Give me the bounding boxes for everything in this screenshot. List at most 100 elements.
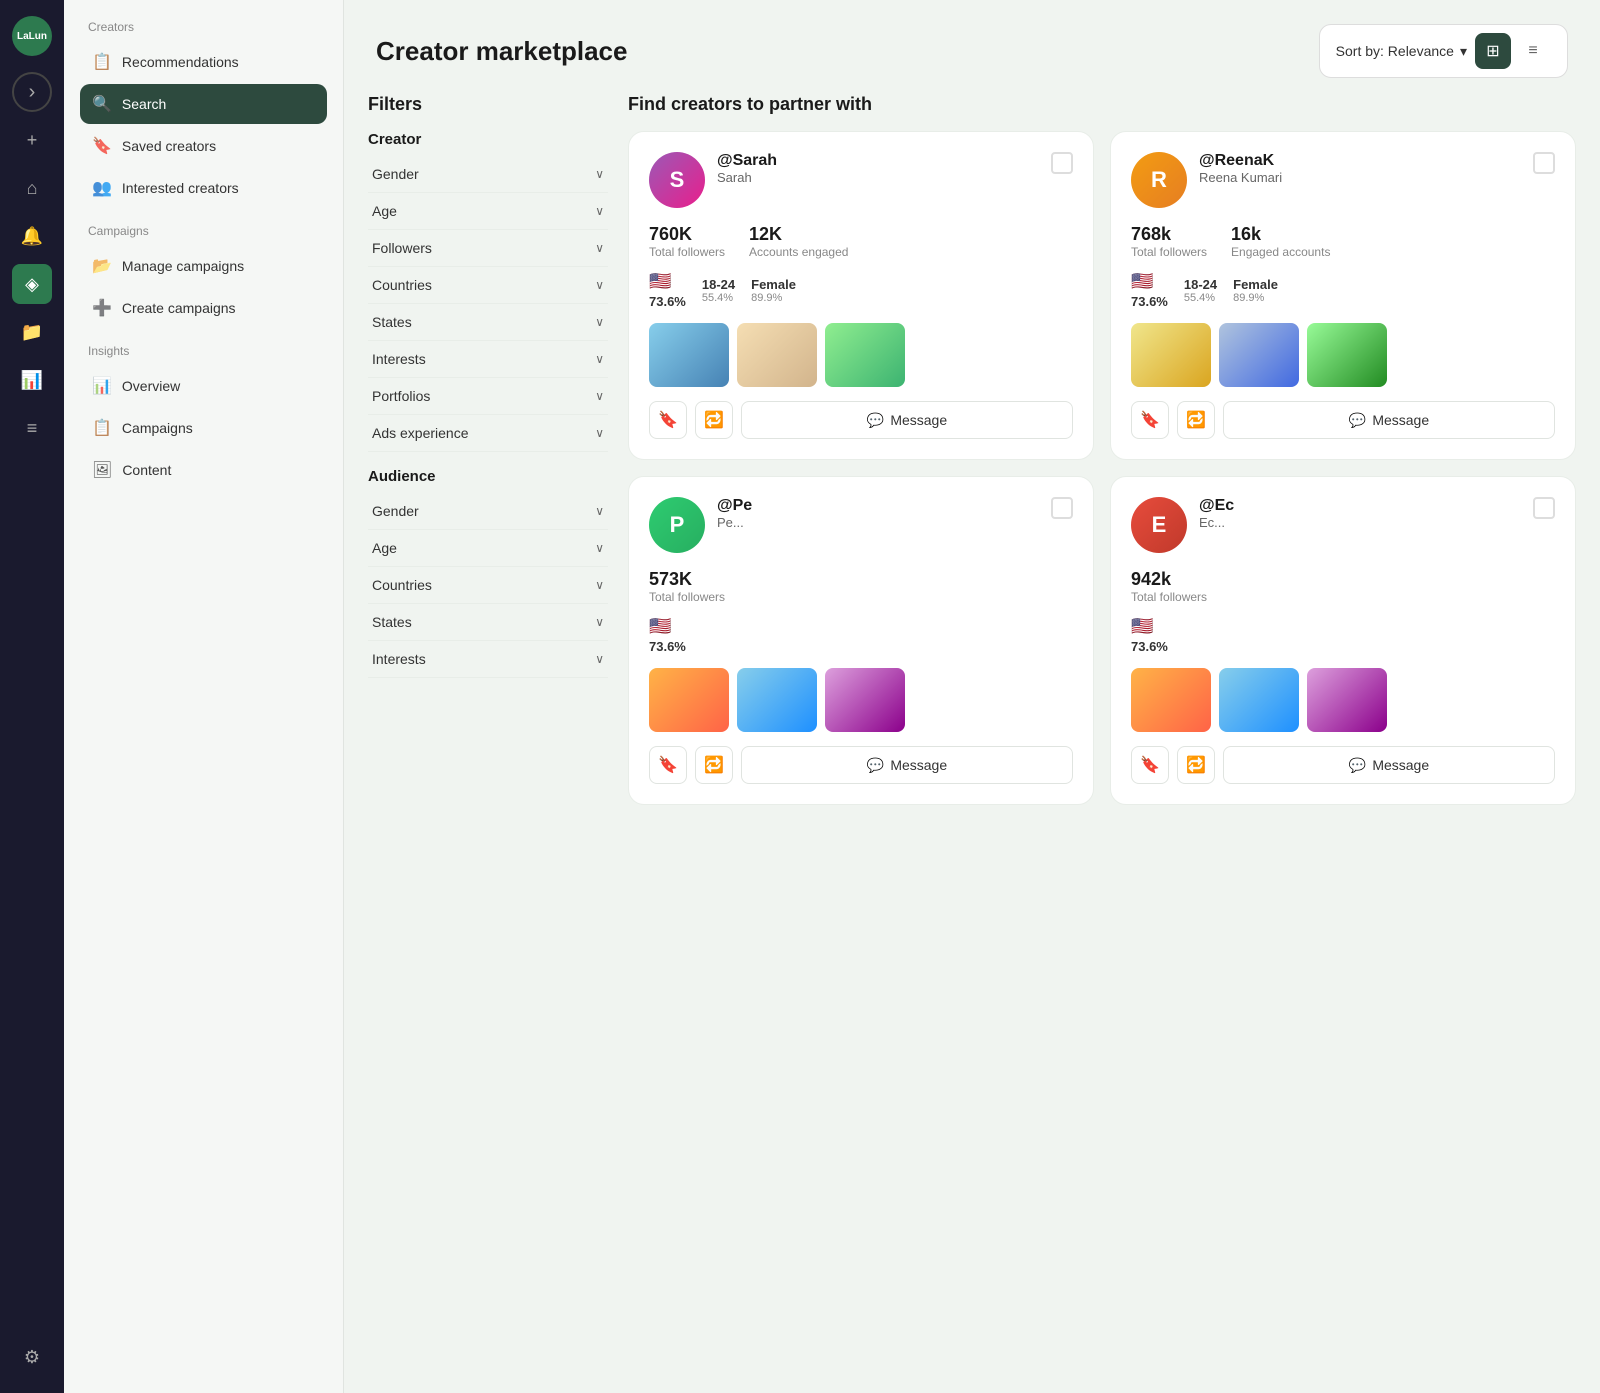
creator-filter-portfolios[interactable]: Portfolios∨ <box>368 378 608 415</box>
sidebar-item-manage-campaigns[interactable]: 📂 Manage campaigns <box>80 246 327 286</box>
creator-filter-gender[interactable]: Gender∨ <box>368 156 608 193</box>
campaigns-nav-icon[interactable]: 📁 <box>12 312 52 352</box>
message-icon: 💬 <box>1349 412 1366 429</box>
app-logo[interactable]: LaLun <box>12 16 52 56</box>
create-campaigns-label: Create campaigns <box>122 300 236 316</box>
audience-row: 🇺🇸 73.6% <box>1131 616 1555 654</box>
sort-chevron-icon: ▾ <box>1460 43 1467 60</box>
creator-thumbnail <box>649 668 729 732</box>
creator-avatar: S <box>649 152 705 208</box>
menu-icon[interactable]: ≡ <box>12 408 52 448</box>
card-info: @Ec Ec... <box>1187 497 1533 530</box>
creator-select-checkbox[interactable] <box>1533 497 1555 519</box>
chevron-down-icon: ∨ <box>595 426 604 440</box>
saved-creators-label: Saved creators <box>122 138 216 154</box>
creator-filter-ads-experience[interactable]: Ads experience∨ <box>368 415 608 452</box>
bell-icon[interactable]: 🔔 <box>12 216 52 256</box>
share-creator-button[interactable]: 🔁 <box>695 401 733 439</box>
save-creator-button[interactable]: 🔖 <box>1131 746 1169 784</box>
recommendations-label: Recommendations <box>122 54 239 70</box>
audience-row: 🇺🇸 73.6% 18-24 55.4% Female 89.9% <box>1131 271 1555 309</box>
creator-handle: @ReenaK <box>1199 152 1533 170</box>
audience-filter-gender[interactable]: Gender∨ <box>368 493 608 530</box>
creators-section-label: Creators <box>80 20 327 34</box>
insights-section-label: Insights <box>80 344 327 358</box>
creator-thumbnail <box>825 323 905 387</box>
save-creator-button[interactable]: 🔖 <box>649 746 687 784</box>
stats-row: 768k Total followers 16k Engaged account… <box>1131 224 1555 259</box>
filters-panel: Filters Creator Gender∨Age∨Followers∨Cou… <box>368 78 608 1369</box>
marketplace-icon[interactable]: ◈ <box>12 264 52 304</box>
sidebar-item-recommendations[interactable]: 📋 Recommendations <box>80 42 327 82</box>
creator-filter-age[interactable]: Age∨ <box>368 193 608 230</box>
overview-label: Overview <box>122 378 180 394</box>
expand-icon[interactable]: › <box>12 72 52 112</box>
stats-row: 760K Total followers 12K Accounts engage… <box>649 224 1073 259</box>
grid-view-button[interactable]: ⊞ <box>1475 33 1511 69</box>
creator-filter-interests[interactable]: Interests∨ <box>368 341 608 378</box>
chevron-down-icon: ∨ <box>595 389 604 403</box>
share-creator-button[interactable]: 🔁 <box>1177 401 1215 439</box>
audience-filter-states[interactable]: States∨ <box>368 604 608 641</box>
chevron-down-icon: ∨ <box>595 578 604 592</box>
plus-icon[interactable]: + <box>12 120 52 160</box>
creator-select-checkbox[interactable] <box>1051 152 1073 174</box>
filters-title: Filters <box>368 94 608 115</box>
creator-handle: @Pe <box>717 497 1051 515</box>
age-stat: 18-24 55.4% <box>1184 277 1217 304</box>
flag-stat: 🇺🇸 73.6% <box>649 616 686 654</box>
share-creator-button[interactable]: 🔁 <box>1177 746 1215 784</box>
sidebar-item-overview[interactable]: 📊 Overview <box>80 366 327 406</box>
sidebar-item-search[interactable]: 🔍 Search <box>80 84 327 124</box>
creator-thumbnail <box>1219 668 1299 732</box>
recommendations-icon: 📋 <box>92 52 112 72</box>
home-icon[interactable]: ⌂ <box>12 168 52 208</box>
message-creator-button[interactable]: 💬 Message <box>741 401 1073 439</box>
creator-filter-states[interactable]: States∨ <box>368 304 608 341</box>
audience-row: 🇺🇸 73.6% 18-24 55.4% Female 89.9% <box>649 271 1073 309</box>
creator-select-checkbox[interactable] <box>1533 152 1555 174</box>
share-creator-button[interactable]: 🔁 <box>695 746 733 784</box>
creator-handle: @Sarah <box>717 152 1051 170</box>
sidebar-item-campaigns-insight[interactable]: 📋 Campaigns <box>80 408 327 448</box>
creator-filters: Gender∨Age∨Followers∨Countries∨States∨In… <box>368 156 608 452</box>
flag-stat: 🇺🇸 73.6% <box>1131 616 1168 654</box>
message-creator-button[interactable]: 💬 Message <box>1223 401 1555 439</box>
followers-stat: 573K Total followers <box>649 569 725 604</box>
creator-filter-countries[interactable]: Countries∨ <box>368 267 608 304</box>
engaged-stat: 12K Accounts engaged <box>749 224 848 259</box>
creators-header: Find creators to partner with <box>628 86 1576 115</box>
analytics-icon[interactable]: 📊 <box>12 360 52 400</box>
sidebar-item-content[interactable]: 🖼 Content <box>80 450 327 490</box>
campaigns-section-label: Campaigns <box>80 224 327 238</box>
list-view-button[interactable]: ≡ <box>1515 33 1551 69</box>
creator-filter-followers[interactable]: Followers∨ <box>368 230 608 267</box>
sort-bar: Sort by: Relevance ▾ ⊞ ≡ <box>1319 24 1568 78</box>
creator-thumbnail <box>649 323 729 387</box>
chevron-down-icon: ∨ <box>595 241 604 255</box>
stats-row: 573K Total followers <box>649 569 1073 604</box>
card-actions: 🔖 🔁 💬 Message <box>1131 401 1555 439</box>
stats-row: 942k Total followers <box>1131 569 1555 604</box>
settings-icon[interactable]: ⚙ <box>12 1337 52 1377</box>
message-creator-button[interactable]: 💬 Message <box>741 746 1073 784</box>
sidebar-item-create-campaigns[interactable]: ➕ Create campaigns <box>80 288 327 328</box>
sidebar-item-saved-creators[interactable]: 🔖 Saved creators <box>80 126 327 166</box>
card-info: @ReenaK Reena Kumari <box>1187 152 1533 185</box>
creator-thumbnail <box>737 668 817 732</box>
save-creator-button[interactable]: 🔖 <box>1131 401 1169 439</box>
creator-avatar: P <box>649 497 705 553</box>
sort-dropdown[interactable]: Sort by: Relevance ▾ <box>1336 43 1467 60</box>
creator-select-checkbox[interactable] <box>1051 497 1073 519</box>
save-creator-button[interactable]: 🔖 <box>649 401 687 439</box>
creator-section-title: Creator <box>368 131 608 148</box>
creator-card-sarah: S @Sarah Sarah 760K Total followers 12K … <box>628 131 1094 460</box>
message-creator-button[interactable]: 💬 Message <box>1223 746 1555 784</box>
audience-filter-age[interactable]: Age∨ <box>368 530 608 567</box>
creator-thumbnail <box>1307 668 1387 732</box>
interested-icon: 👥 <box>92 178 112 198</box>
chevron-down-icon: ∨ <box>595 352 604 366</box>
audience-filter-interests[interactable]: Interests∨ <box>368 641 608 678</box>
audience-filter-countries[interactable]: Countries∨ <box>368 567 608 604</box>
sidebar-item-interested-creators[interactable]: 👥 Interested creators <box>80 168 327 208</box>
